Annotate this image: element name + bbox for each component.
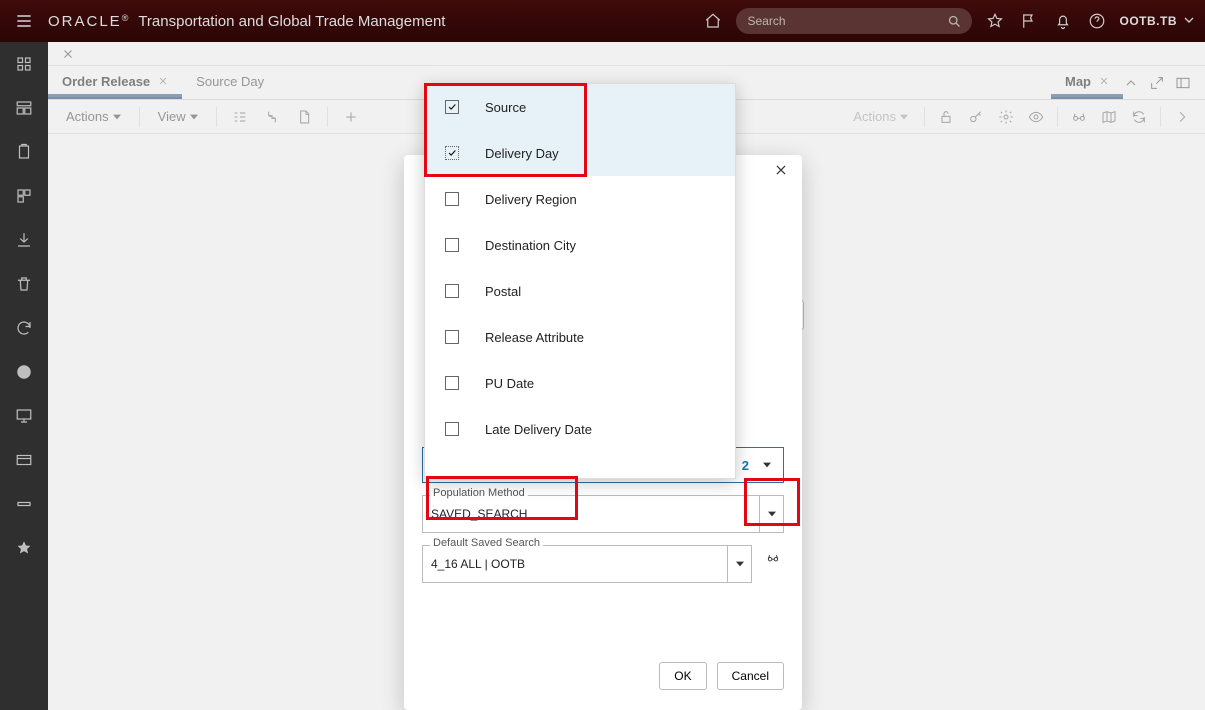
rail-trash-icon[interactable] [10,270,38,298]
help-icon[interactable] [1082,6,1112,36]
checkbox[interactable] [445,146,459,160]
rail-card-icon[interactable] [10,446,38,474]
user-label: OOTB.TB [1120,14,1178,28]
dropdown-option[interactable]: Delivery Day [425,130,735,176]
rail-layout-icon[interactable] [10,94,38,122]
option-label: Late Delivery Date [485,422,592,437]
left-nav-rail [0,42,48,710]
search-input[interactable] [746,13,947,29]
group-columns-dropdown[interactable]: Source Delivery Day Delivery Region Destina… [424,83,736,479]
field-value: 4_16 ALL | OOTB [431,557,525,571]
dropdown-caret-button[interactable] [759,461,775,469]
checkbox[interactable] [445,284,459,298]
star-icon[interactable] [980,6,1010,36]
option-label: Delivery Region [485,192,577,207]
field-label: Default Saved Search [430,537,543,549]
app-title: Transportation and Global Trade Manageme… [138,13,445,30]
glasses-icon[interactable] [762,547,784,569]
dropdown-option[interactable]: PU Date [425,360,735,406]
dropdown-option[interactable]: Late Delivery Date [425,406,735,452]
dropdown-option[interactable]: Release Attribute [425,314,735,360]
option-label: Delivery Day [485,146,559,161]
global-search[interactable] [736,8,972,34]
hamburger-menu-button[interactable] [0,0,48,42]
home-icon[interactable] [698,6,728,36]
option-label: PU Date [485,376,534,391]
dropdown-caret-button[interactable] [759,495,783,533]
brand-logo: ORACLE® [48,13,130,30]
checkbox[interactable] [445,422,459,436]
top-banner: ORACLE® Transportation and Global Trade … [0,0,1205,42]
search-icon [947,14,962,29]
checkbox[interactable] [445,330,459,344]
rail-grid-icon[interactable] [10,50,38,78]
rail-clipboard-icon[interactable] [10,138,38,166]
rail-info-icon[interactable] [10,358,38,386]
dropdown-option[interactable]: Delivery Region [425,176,735,222]
close-icon[interactable] [774,163,788,177]
default-saved-search-field[interactable]: Default Saved Search 4_16 ALL | OOTB [422,545,752,583]
ok-button[interactable]: OK [659,662,706,690]
rail-monitor-icon[interactable] [10,402,38,430]
option-label: Postal [485,284,521,299]
flag-icon[interactable] [1014,6,1044,36]
option-label: Destination City [485,238,576,253]
population-method-field[interactable]: Population Method SAVED_SEARCH [422,495,784,533]
checkbox[interactable] [445,238,459,252]
checkbox[interactable] [445,192,459,206]
rail-boxes-icon[interactable] [10,182,38,210]
option-label: Source [485,100,526,115]
option-label: Release Attribute [485,330,584,345]
user-menu-chevron[interactable] [1181,12,1205,31]
field-value: SAVED_SEARCH [431,507,527,521]
rail-refresh-icon[interactable] [10,314,38,342]
rail-star-icon[interactable] [10,534,38,562]
checkbox[interactable] [445,376,459,390]
dropdown-option[interactable]: Destination City [425,222,735,268]
rail-bar-icon[interactable] [10,490,38,518]
dropdown-caret-button[interactable] [727,545,751,583]
group-count: 2 [742,458,753,473]
dropdown-option[interactable]: Postal [425,268,735,314]
checkbox[interactable] [445,100,459,114]
bell-icon[interactable] [1048,6,1078,36]
dropdown-option[interactable]: Source [425,84,735,130]
rail-download-icon[interactable] [10,226,38,254]
field-label: Population Method [430,487,528,499]
cancel-button[interactable]: Cancel [717,662,784,690]
